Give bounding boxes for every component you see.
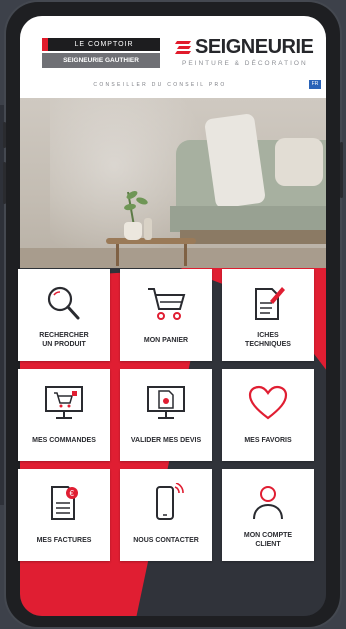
app-header: LE COMPTOIR SEIGNEURIE GAUTHIER SEIGNEUR… xyxy=(20,16,326,98)
tile-contact[interactable]: NOUS CONTACTER xyxy=(120,469,212,561)
tile-label: MES COMMANDES xyxy=(32,437,96,444)
tile-orders[interactable]: MES COMMANDES xyxy=(18,369,110,461)
user-icon xyxy=(245,483,291,523)
tile-technical-sheets[interactable]: ICHES TECHNIQUES xyxy=(222,269,314,361)
invoice-icon: € xyxy=(41,483,87,523)
seigneurie-mark-icon xyxy=(174,40,192,55)
seigneurie-subtitle: PEINTURE & DÉCORATION xyxy=(182,60,308,67)
tile-label: ICHES TECHNIQUES xyxy=(245,332,291,348)
tile-validate-quotes[interactable]: VALIDER MES DEVIS xyxy=(120,369,212,461)
svg-text:€: € xyxy=(70,489,75,498)
tile-cart[interactable]: MON PANIER xyxy=(120,269,212,361)
tile-favorites[interactable]: MES FAVORIS xyxy=(222,369,314,461)
hero-image xyxy=(20,98,326,268)
comptoir-logo-bottom: SEIGNEURIE GAUTHIER xyxy=(42,53,160,68)
menu-grid: RECHERCHER UN PRODUIT MON PANIER ICHES TEC… xyxy=(18,269,314,561)
tagline: CONSEILLER DU CONSEIL PRO xyxy=(93,82,227,88)
tile-label: MES FAVORIS xyxy=(244,437,292,444)
volume-button xyxy=(3,122,6,148)
tile-label: MON COMPTE CLIENT xyxy=(243,532,293,548)
comptoir-logo-top: LE COMPTOIR xyxy=(42,38,160,51)
seigneurie-name-text: SEIGNEURIE xyxy=(195,36,314,58)
heart-icon xyxy=(245,383,291,423)
seigneurie-logo-name: SEIGNEURIE xyxy=(174,36,316,59)
comptoir-logo[interactable]: LE COMPTOIR SEIGNEURIE GAUTHIER xyxy=(42,38,160,72)
monitor-cart-icon xyxy=(41,383,87,423)
language-badge[interactable]: FR xyxy=(309,80,321,89)
tile-account[interactable]: MON COMPTE CLIENT xyxy=(222,469,314,561)
phone-ringing-icon xyxy=(143,483,189,523)
tile-label: RECHERCHER UN PRODUIT xyxy=(39,332,89,348)
document-pen-icon xyxy=(245,283,291,323)
tile-search-product[interactable]: RECHERCHER UN PRODUIT xyxy=(18,269,110,361)
tile-label: VALIDER MES DEVIS xyxy=(130,437,202,444)
search-icon xyxy=(41,283,87,323)
tile-label: MES FACTURES xyxy=(36,537,92,544)
power-button xyxy=(340,142,343,198)
monitor-document-icon xyxy=(143,383,189,423)
tile-invoices[interactable]: € MES FACTURES xyxy=(18,469,110,561)
volume-button xyxy=(3,162,6,204)
tile-label: NOUS CONTACTER xyxy=(133,537,199,544)
cart-icon xyxy=(143,283,189,323)
phone-frame: LE COMPTOIR SEIGNEURIE GAUTHIER SEIGNEUR… xyxy=(3,2,343,627)
tile-label: MON PANIER xyxy=(143,337,189,344)
seigneurie-logo[interactable]: SEIGNEURIE PEINTURE & DÉCORATION xyxy=(174,36,316,76)
